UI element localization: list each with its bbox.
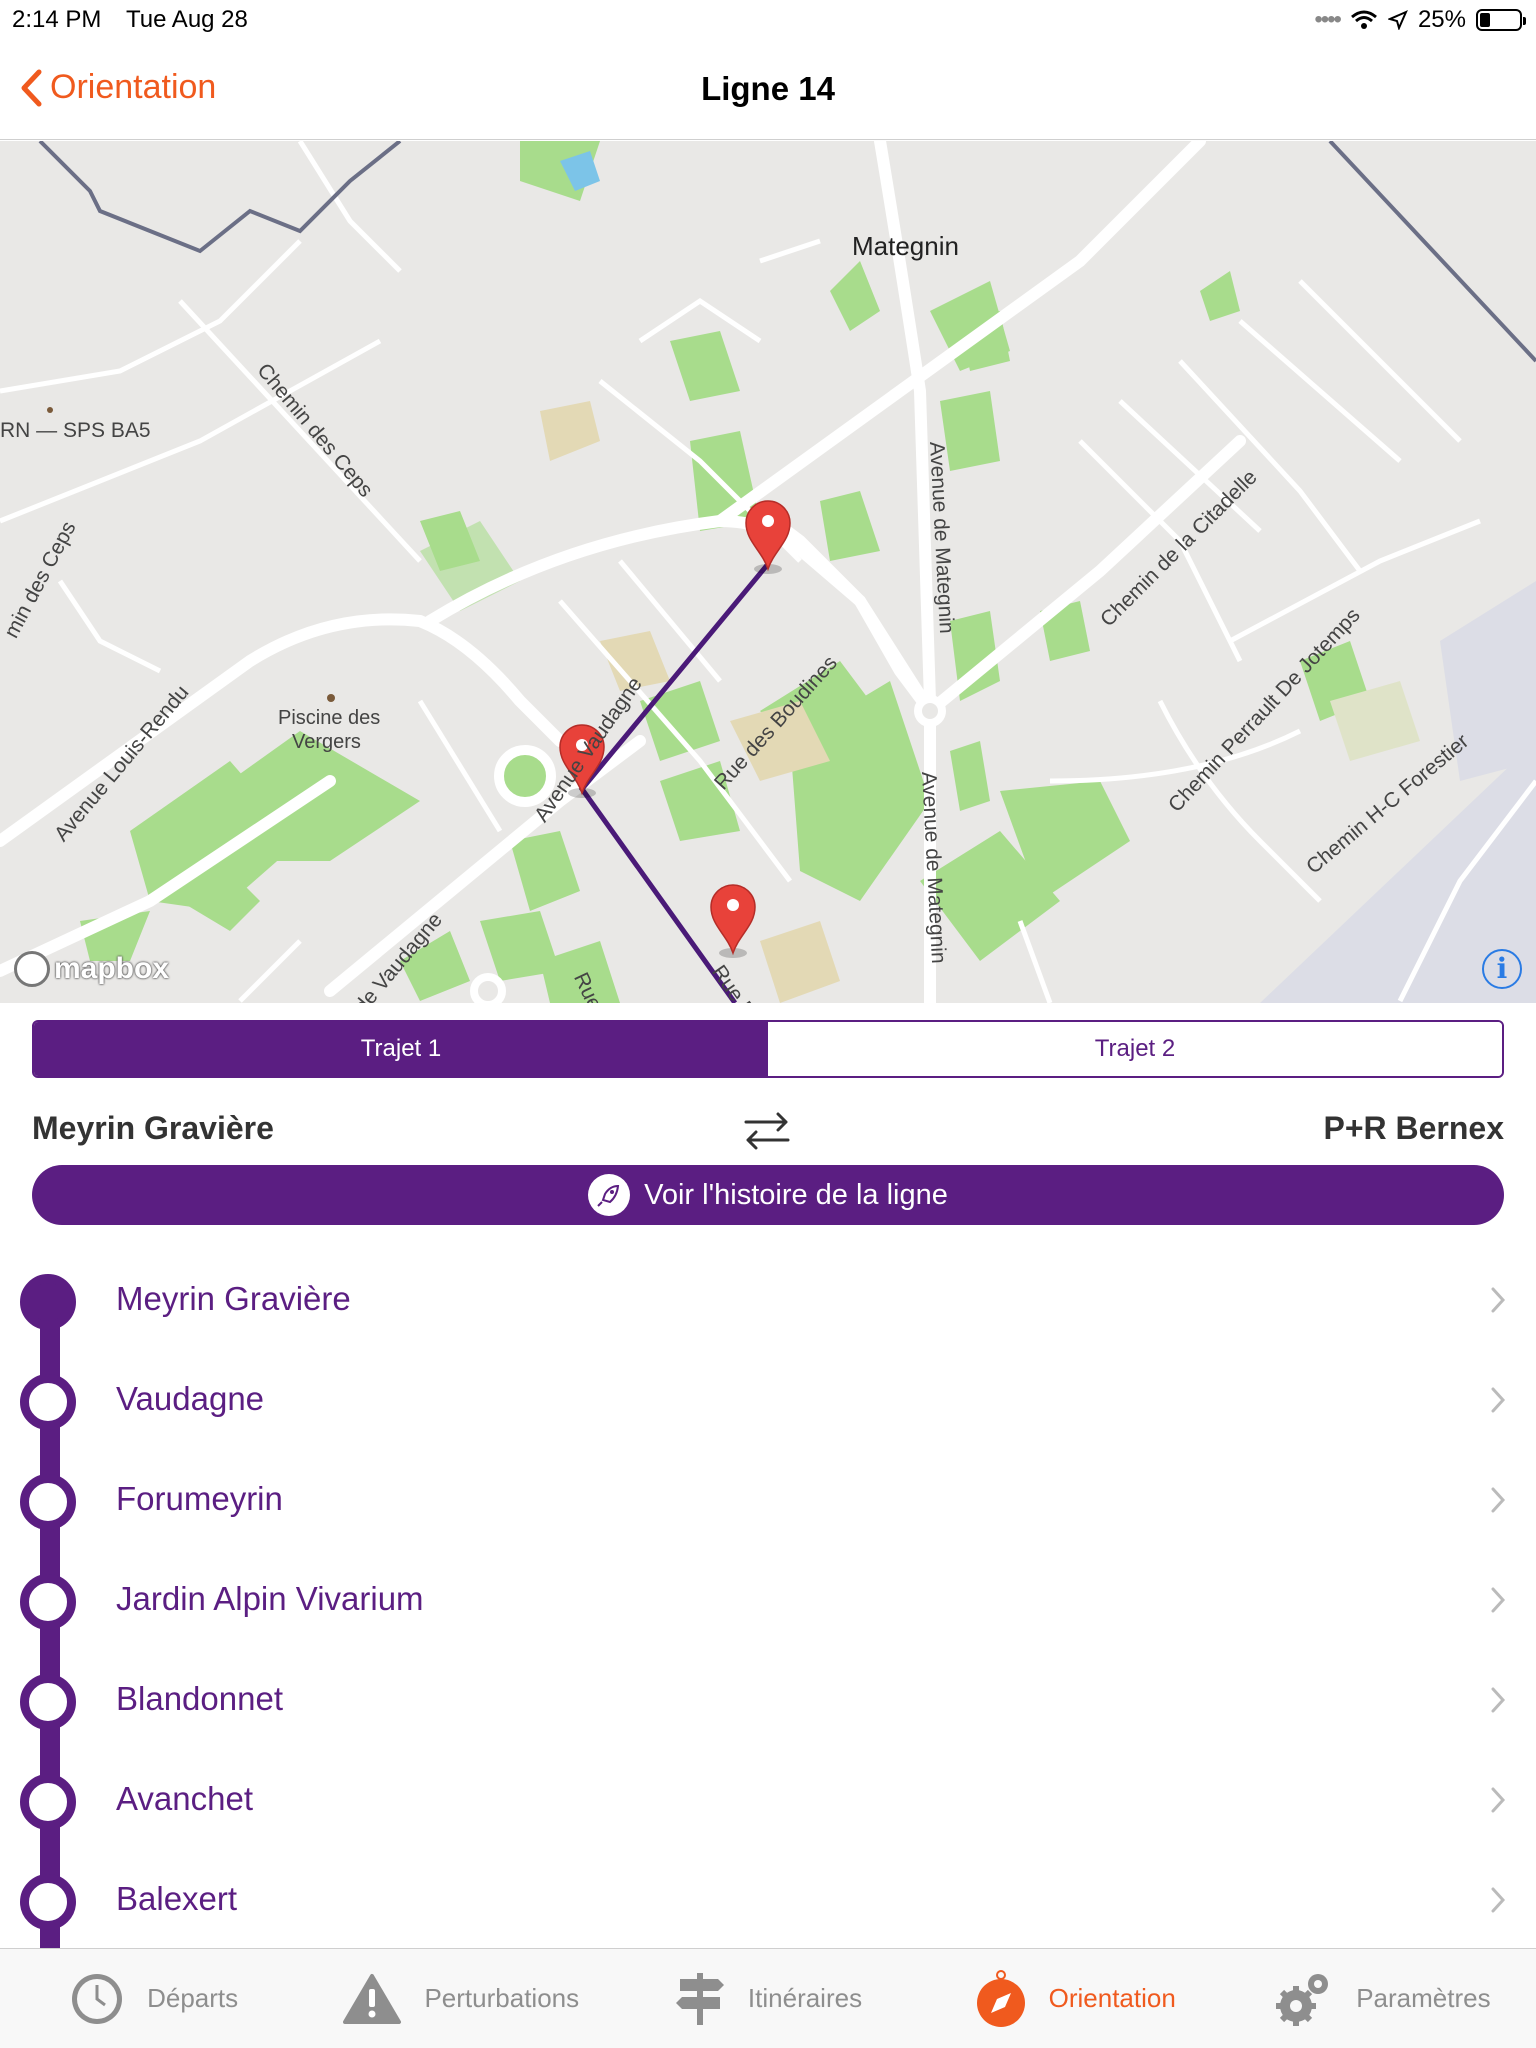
stop-name: Jardin Alpin Vivarium [116,1580,424,1617]
info-icon[interactable]: i [1482,949,1522,989]
chevron-right-icon [1491,1587,1506,1613]
wifi-icon [1350,10,1377,29]
stop-dot [20,1374,76,1430]
stop-dot [20,1874,76,1930]
stop-name: Meyrin Gravière [116,1280,351,1317]
signpost-icon [675,1972,724,2025]
tab-bar: Départs Perturbations Itinéraires Orient… [0,1948,1536,2048]
stop-dot [20,1774,76,1830]
chevron-right-icon [1491,1787,1506,1813]
line-history-button[interactable]: Voir l'histoire de la ligne [32,1165,1504,1225]
tab-label: Itinéraires [747,1983,863,2013]
stops-list: Meyrin Gravière Vaudagne Forumeyrin Jard… [0,1250,1536,1948]
tab-itineraires[interactable]: Itinéraires [614,1949,921,2048]
status-right: •••• 25% [1314,6,1526,34]
battery-icon [1476,9,1526,31]
map-label-piscine-1: Piscine des [278,707,381,729]
map-pin-icon[interactable] [710,884,756,958]
gear-icon [1276,1973,1329,2026]
stop-row[interactable]: Balexert [0,1850,1536,1948]
direction-to: P+R Bernex [1323,1110,1504,1146]
stop-name: Blandonnet [116,1680,283,1717]
stop-dot [20,1474,76,1530]
tab-orientation[interactable]: Orientation [922,1949,1229,2048]
battery-percent: 25% [1417,6,1466,33]
map-label-piscine-2: Vergers [292,731,361,753]
line-history-label: Voir l'histoire de la ligne [644,1178,948,1211]
mapbox-logo-icon [14,951,50,987]
chevron-right-icon [1491,1387,1506,1413]
chevron-right-icon [1491,1887,1506,1913]
chevron-right-icon [1491,1287,1506,1313]
map-label-sps: RN — SPS BA5 [0,419,151,442]
status-bar: 2:14 PM Tue Aug 28 •••• 25% [0,0,1536,40]
swap-arrows-icon[interactable] [742,1108,792,1152]
rocket-icon [588,1174,631,1216]
status-time: 2:14 PM [12,6,102,33]
stop-dot [20,1674,76,1730]
chevron-right-icon [1491,1687,1506,1713]
stop-dot [20,1574,76,1630]
navigation-bar: Orientation Ligne 14 [0,40,1536,140]
tab-departs[interactable]: Départs [0,1949,307,2048]
tab-perturbations[interactable]: Perturbations [307,1949,614,2048]
route-map[interactable]: Mategnin Chemin des Ceps RN — SPS BA5 mi… [0,141,1536,1003]
app-root: 2:14 PM Tue Aug 28 •••• 25% Orientation … [0,0,1536,2048]
map-pin-icon[interactable] [745,500,791,574]
compass-icon [976,1969,1025,2027]
page-title: Ligne 14 [701,70,835,107]
stop-name: Vaudagne [116,1380,265,1417]
tab-label: Perturbations [424,1983,580,2013]
stop-name: Balexert [116,1880,238,1917]
tab-label: Paramètres [1356,1983,1491,2013]
stop-name: Avanchet [116,1780,253,1817]
direction-from: Meyrin Gravière [32,1110,274,1146]
location-arrow-icon [1387,10,1408,30]
stop-row[interactable]: Blandonnet [0,1650,1536,1750]
segment-trip-2[interactable]: Trajet 2 [768,1022,1502,1076]
stop-row[interactable]: Forumeyrin [0,1450,1536,1550]
map-canvas[interactable] [0,141,1536,1003]
tab-label: Départs [147,1983,239,2013]
stop-row[interactable]: Jardin Alpin Vivarium [0,1550,1536,1650]
stop-name: Forumeyrin [116,1480,283,1517]
stop-row[interactable]: Vaudagne [0,1350,1536,1450]
status-date: Tue Aug 28 [126,6,248,33]
mapbox-label: mapbox [54,952,170,985]
stop-row[interactable]: Meyrin Gravière [0,1250,1536,1350]
mapbox-attribution[interactable]: mapbox [14,951,169,987]
direction-row: Meyrin Gravière P+R Bernex [32,1104,1504,1154]
warning-icon [343,1973,402,2024]
stop-terminus-dot [20,1274,76,1330]
chevron-right-icon [1491,1487,1506,1513]
trip-segmented-control: Trajet 1 Trajet 2 [32,1020,1504,1078]
map-label-mategnin: Mategnin [852,231,959,261]
tab-parametres[interactable]: Paramètres [1229,1949,1536,2048]
signal-dots-icon: •••• [1314,6,1342,33]
clock-icon [72,1973,123,2024]
stop-row[interactable]: Avanchet [0,1750,1536,1850]
tab-label: Orientation [1048,1983,1176,2013]
segment-trip-1[interactable]: Trajet 1 [34,1022,768,1076]
